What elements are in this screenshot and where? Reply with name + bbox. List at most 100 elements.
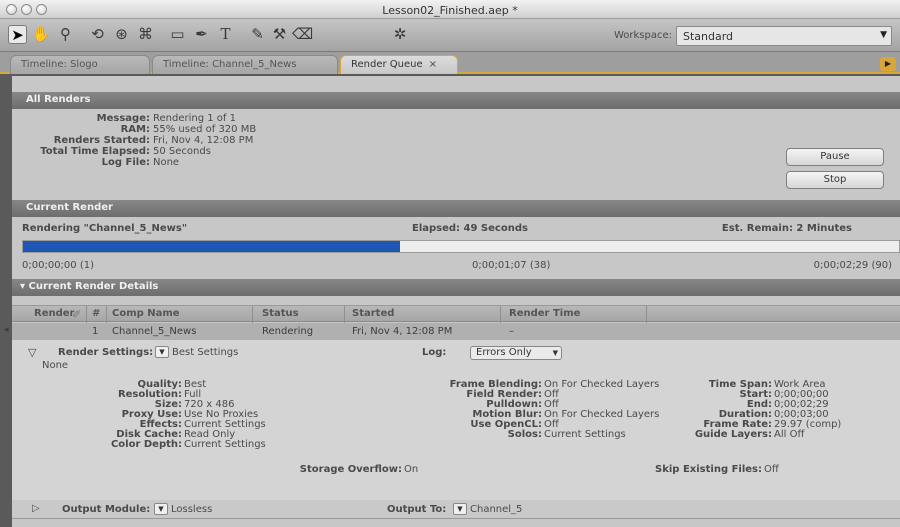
column-divider [500, 306, 501, 323]
render-settings-sub: None [42, 360, 69, 371]
col-comp-name[interactable]: Comp Name [112, 308, 180, 319]
pen-icon[interactable]: ✒ [192, 25, 211, 44]
workspace-label: Workspace: [613, 30, 672, 41]
col-render-time[interactable]: Render Time [509, 308, 580, 319]
time-start-label: 0;00;00;00 (1) [22, 260, 94, 271]
elapsed-label: Elapsed: 49 Seconds [412, 223, 528, 234]
row-render-time: – [509, 326, 514, 337]
window-title-bar: Lesson02_Finished.aep * [0, 0, 900, 19]
render-progress-fill [23, 241, 400, 252]
render-settings-label: Render Settings: [58, 347, 154, 358]
rectangle-mask-icon[interactable]: ▭ [168, 25, 187, 44]
tab-label: Render Queue [351, 59, 423, 70]
renders-started-value: Fri, Nov 4, 12:08 PM [153, 135, 254, 146]
eraser-icon[interactable]: ⌫ [292, 25, 313, 44]
hand-icon[interactable]: ✋ [32, 25, 51, 44]
solos-label: Solos: [507, 429, 542, 440]
pause-button[interactable]: Pause [786, 148, 884, 166]
clone-stamp-icon[interactable]: ⚒ [270, 25, 289, 44]
all-renders-header: All Renders [12, 92, 900, 109]
panel-menu-icon[interactable]: ▶ [880, 57, 896, 71]
column-divider [106, 306, 107, 323]
est-remain-label: Est. Remain: 2 Minutes [721, 223, 852, 234]
col-started[interactable]: Started [352, 308, 394, 319]
tools-toolbar: ➤ ✋ ⚲ ⟲ ⊛ ⌘ ▭ ✒ T ✎ ⚒ ⌫ ✲ Workspace: Sta… [0, 19, 900, 52]
guide-layers-label: Guide Layers: [694, 429, 772, 440]
expand-arrow-icon[interactable]: ◂ [4, 325, 9, 335]
column-divider [86, 306, 87, 323]
rotate-icon[interactable]: ⟲ [88, 25, 107, 44]
total-time-elapsed-value: 50 Seconds [153, 146, 211, 157]
skip-existing-files-value: Off [764, 464, 779, 475]
log-label: Log: [422, 347, 447, 358]
row-comp-name: Channel_5_News [112, 326, 197, 337]
tab-timeline-channel-5-news[interactable]: Timeline: Channel_5_News [152, 55, 338, 74]
column-divider [646, 306, 647, 323]
orbit-camera-icon[interactable]: ⊛ [112, 25, 131, 44]
storage-overflow-value: On [404, 464, 419, 475]
output-module-row: ▷ Output Module: ▼ Lossless Output To: ▼… [12, 500, 900, 519]
total-time-elapsed-label: Total Time Elapsed: [40, 146, 150, 157]
stop-button[interactable]: Stop [786, 171, 884, 189]
current-render-details-header[interactable]: ▾ Current Render Details [12, 279, 900, 296]
panel-tab-strip: Timeline: Slogo Timeline: Channel_5_News… [0, 52, 900, 74]
ram-label: RAM: [120, 124, 150, 135]
brush-icon[interactable]: ✎ [248, 25, 267, 44]
log-file-value: None [153, 157, 180, 168]
solos-value: Current Settings [544, 429, 626, 440]
skip-existing-files-label: Skip Existing Files: [655, 464, 762, 475]
log-value: Errors Only [476, 347, 532, 358]
collapse-triangle-icon[interactable]: ▽ [28, 346, 36, 359]
row-status: Rendering [262, 326, 314, 337]
output-module-label: Output Module: [62, 504, 151, 515]
window-title: Lesson02_Finished.aep * [382, 4, 518, 17]
message-label: Message: [96, 113, 150, 124]
storage-overflow-label: Storage Overflow: [299, 464, 402, 475]
current-render-header: Current Render [12, 200, 900, 217]
queue-table-header: Render ✐ # Comp Name Status Started Rend… [12, 305, 900, 323]
chevron-down-icon: ▼ [552, 349, 558, 357]
log-file-label: Log File: [101, 157, 150, 168]
selection-arrow-icon[interactable]: ➤ [8, 25, 27, 44]
renders-started-label: Renders Started: [53, 135, 150, 146]
render-settings-dropdown-icon[interactable]: ▼ [155, 346, 169, 358]
col-status[interactable]: Status [262, 308, 299, 319]
guide-layers-value: All Off [774, 429, 805, 440]
tab-render-queue[interactable]: Render Queue × [340, 55, 458, 74]
ram-value: 55% used of 320 MB [153, 124, 257, 135]
col-number[interactable]: # [92, 308, 100, 319]
disclosure-triangle-icon[interactable]: ▾ [20, 281, 25, 292]
output-to-value[interactable]: Channel_5 [470, 504, 522, 515]
column-divider [344, 306, 345, 323]
tag-icon: ✐ [72, 308, 82, 321]
type-icon[interactable]: T [216, 25, 235, 44]
current-render-details-label: Current Render Details [28, 281, 159, 292]
render-queue-panel: All Renders Message: Rendering 1 of 1 RA… [4, 76, 900, 527]
tab-timeline-slogo[interactable]: Timeline: Slogo [10, 55, 150, 74]
table-row[interactable]: ◂ 1 Channel_5_News Rendering Fri, Nov 4,… [4, 323, 900, 340]
workspace-value: Standard [683, 30, 734, 43]
close-icon[interactable]: × [429, 59, 437, 70]
tab-label: Timeline: Slogo [21, 59, 98, 70]
zoom-icon[interactable]: ⚲ [56, 25, 75, 44]
output-module-dropdown-icon[interactable]: ▼ [154, 503, 168, 515]
tab-label: Timeline: Channel_5_News [163, 59, 297, 70]
puppet-pin-icon[interactable]: ✲ [382, 25, 418, 44]
pan-behind-icon[interactable]: ⌘ [136, 25, 155, 44]
rendering-comp-label: Rendering "Channel_5_News" [22, 223, 188, 234]
render-settings-value[interactable]: Best Settings [172, 347, 238, 358]
expand-triangle-icon[interactable]: ▷ [32, 503, 40, 514]
render-progress-bar [22, 240, 900, 253]
row-number: 1 [92, 326, 99, 337]
output-to-dropdown-icon[interactable]: ▼ [453, 503, 467, 515]
workspace-select[interactable]: Standard ▼ [676, 26, 892, 46]
output-to-label: Output To: [387, 504, 447, 515]
render-settings-details: ▽ Render Settings: ▼ Best Settings None … [12, 340, 900, 501]
color-depth-value: Current Settings [184, 439, 266, 450]
log-select[interactable]: Errors Only ▼ [470, 346, 562, 360]
message-value: Rendering 1 of 1 [153, 113, 236, 124]
col-render[interactable]: Render [34, 308, 74, 319]
time-current-label: 0;00;01;07 (38) [472, 260, 551, 271]
output-module-value[interactable]: Lossless [171, 504, 212, 515]
color-depth-label: Color Depth: [110, 439, 182, 450]
